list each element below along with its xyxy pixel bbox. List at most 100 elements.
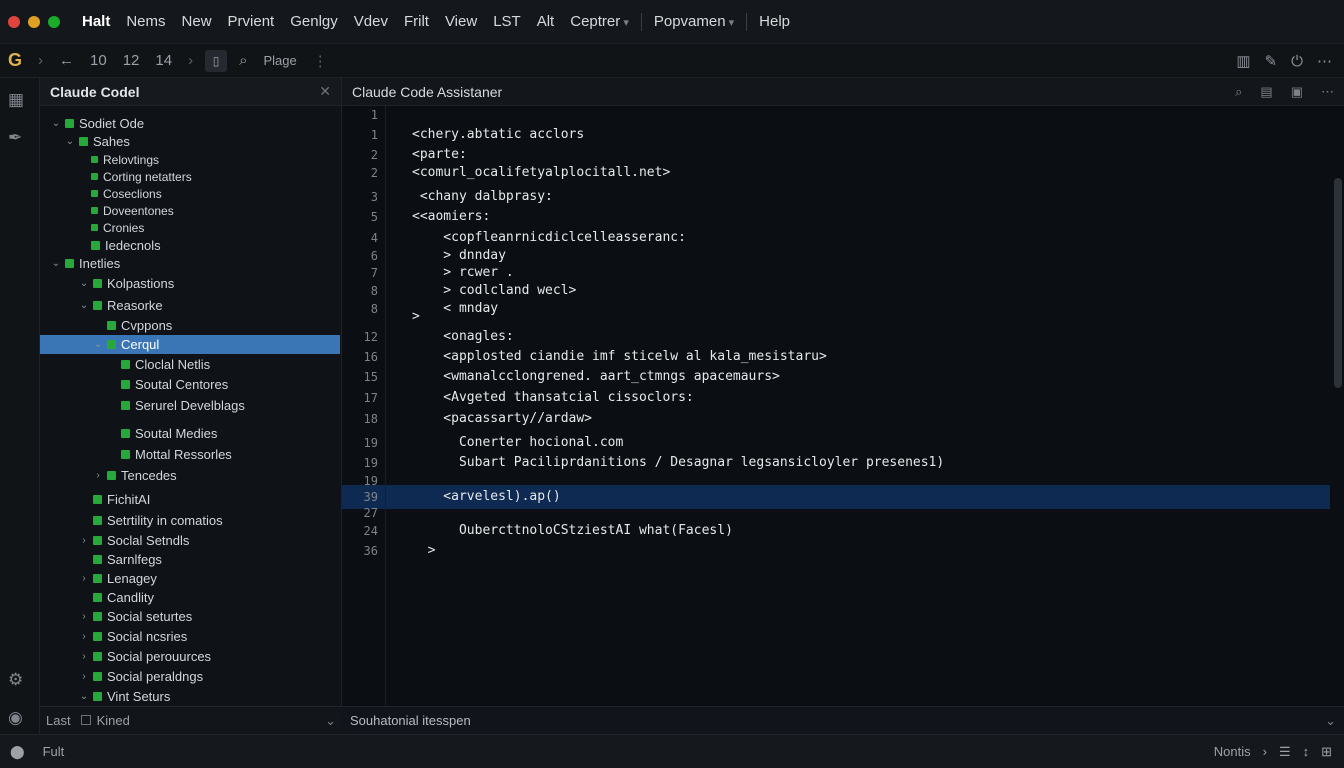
- account-icon[interactable]: ◉: [8, 708, 23, 728]
- chevron-down-icon[interactable]: ⌄: [78, 278, 90, 289]
- tree-item[interactable]: › Social seturtes: [40, 607, 340, 626]
- tree-item[interactable]: Mottal Ressorles: [40, 445, 340, 464]
- columns-icon[interactable]: ▥: [1236, 52, 1250, 70]
- tree-item[interactable]: Candlity: [40, 588, 340, 607]
- chevron-down-icon[interactable]: ⌄: [325, 713, 336, 729]
- code-line[interactable]: <pacassarty//ardaw>: [412, 411, 592, 426]
- chevron-down-icon[interactable]: ⌄: [50, 118, 62, 129]
- code-line[interactable]: <chery.abtatic acclors: [412, 127, 584, 142]
- chevron-right-icon[interactable]: ›: [78, 671, 90, 682]
- tree-item[interactable]: Serurel Develblags: [40, 396, 340, 415]
- nav-number-12[interactable]: 12: [123, 52, 140, 69]
- menu-ceptrer-dropdown[interactable]: Ceptrer: [562, 10, 637, 34]
- grid-icon[interactable]: ▦: [8, 90, 24, 110]
- forward-arrow-icon[interactable]: ›: [188, 52, 193, 69]
- pen-icon[interactable]: ✒: [8, 128, 22, 148]
- code-line[interactable]: >: [412, 543, 436, 558]
- code-line[interactable]: <onagles:: [412, 329, 513, 344]
- chevron-down-icon[interactable]: ⌄: [1325, 713, 1336, 729]
- kined-checkbox[interactable]: Kined: [80, 713, 130, 728]
- code-line[interactable]: <comurl_ocalifetyalplocitall.net>: [412, 165, 670, 180]
- chevron-right-icon[interactable]: ›: [38, 52, 43, 69]
- menu-prvient[interactable]: Prvient: [220, 10, 283, 34]
- menu-genlgy[interactable]: Genlgy: [282, 10, 346, 34]
- code-line[interactable]: <wmanalcclongrened. aart_ctmngs apacemau…: [412, 369, 780, 384]
- status-icon[interactable]: ⬤: [10, 744, 25, 760]
- chevron-down-icon[interactable]: ⌄: [78, 691, 90, 702]
- menu-nems[interactable]: Nems: [118, 10, 173, 34]
- tree-item[interactable]: ⌄ Vint Seturs: [40, 687, 340, 706]
- editor-tab-title[interactable]: Claude Code Assistaner: [352, 84, 502, 100]
- tree-item[interactable]: ⌄ Cerqul: [40, 335, 340, 354]
- tree-item[interactable]: ⌄ Inetlies: [40, 254, 340, 273]
- code-line[interactable]: > codlcland wecl>: [412, 283, 576, 298]
- layout-icon[interactable]: ⊞: [1321, 744, 1332, 760]
- ellipsis-icon[interactable]: ⋯: [1317, 52, 1332, 70]
- chevron-down-icon[interactable]: ⌄: [50, 258, 62, 269]
- tree-item[interactable]: ⌄ Reasorke: [40, 296, 340, 315]
- code-line[interactable]: <arvelesl).ap(): [412, 489, 560, 504]
- tree-item[interactable]: › Social perouurces: [40, 647, 340, 666]
- editor-footer-label[interactable]: Souhatonial itesspen: [350, 713, 471, 728]
- code-line[interactable]: <applosted ciandie imf sticelw al kala_m…: [412, 349, 827, 364]
- code-line[interactable]: > rcwer .: [412, 265, 513, 280]
- tree-item[interactable]: Setrtility in comatios: [40, 511, 340, 530]
- status-right-label[interactable]: Nontis: [1214, 744, 1251, 759]
- menu-vdev[interactable]: Vdev: [346, 10, 396, 34]
- chevron-down-icon[interactable]: ⌄: [64, 136, 76, 147]
- menu-lst[interactable]: LST: [485, 10, 529, 34]
- list-icon[interactable]: ☰: [1279, 744, 1291, 760]
- minimize-window-button[interactable]: [28, 15, 40, 28]
- zoom-window-button[interactable]: [48, 15, 60, 28]
- tree-item[interactable]: › Tencedes: [40, 466, 340, 485]
- close-window-button[interactable]: [8, 15, 20, 28]
- tree-item[interactable]: Sarnlfegs: [40, 550, 340, 569]
- more-icon[interactable]: ⋮: [313, 52, 328, 70]
- tree-item[interactable]: Soutal Centores: [40, 375, 340, 394]
- split-icon[interactable]: ▤: [1260, 84, 1272, 100]
- menu-halt[interactable]: Halt: [74, 10, 118, 34]
- more-icon[interactable]: ⋯: [1321, 84, 1334, 100]
- chevron-right-icon[interactable]: ›: [78, 631, 90, 642]
- tree-item[interactable]: › Social ncsries: [40, 627, 340, 646]
- menu-frilt[interactable]: Frilt: [396, 10, 437, 34]
- chevron-right-icon[interactable]: ›: [78, 535, 90, 546]
- code-line[interactable]: <<aomiers:: [412, 209, 490, 224]
- chevron-down-icon[interactable]: ⌄: [92, 339, 104, 350]
- tree-item[interactable]: Cloclal Netlis: [40, 355, 340, 374]
- menu-new[interactable]: New: [174, 10, 220, 34]
- tree-item[interactable]: Cvppons: [40, 316, 340, 335]
- code-line[interactable]: <Avgeted thansatcial cissoclors:: [412, 390, 693, 405]
- close-icon[interactable]: ✕: [319, 83, 331, 100]
- document-icon[interactable]: ▯: [205, 49, 228, 72]
- save-icon[interactable]: ▣: [1291, 84, 1303, 100]
- power-icon[interactable]: ⏻: [1291, 53, 1303, 70]
- tree-item[interactable]: Soutal Medies: [40, 424, 340, 443]
- code-line[interactable]: Subart Paciliprdanitions / Desagnar legs…: [412, 455, 944, 470]
- code-line[interactable]: OubercttnoloCStziestAI what(Facesl): [412, 523, 733, 538]
- code-line[interactable]: <copfleanrnicdiclcelleasseranc:: [412, 230, 686, 245]
- tree-item[interactable]: Cronies: [40, 218, 340, 237]
- status-left-label[interactable]: Fult: [43, 744, 65, 759]
- nav-number-14[interactable]: 14: [155, 52, 172, 69]
- nav-number-10[interactable]: 10: [90, 52, 107, 69]
- page-button[interactable]: Plage: [263, 53, 296, 68]
- tree-item[interactable]: Iedecnols: [40, 236, 340, 255]
- code-line[interactable]: Conerter hocional.com: [412, 435, 623, 450]
- back-arrow-icon[interactable]: ←: [59, 52, 74, 69]
- chevron-right-icon[interactable]: ›: [92, 470, 104, 481]
- chevron-down-icon[interactable]: ⌄: [78, 300, 90, 311]
- tree-item[interactable]: › Soclal Setndls: [40, 531, 340, 550]
- tree-item[interactable]: FichitAI: [40, 490, 340, 509]
- brush-icon[interactable]: ✎: [1265, 52, 1278, 70]
- menu-alt[interactable]: Alt: [529, 10, 563, 34]
- code-line[interactable]: >: [412, 309, 420, 324]
- editor-scrollbar[interactable]: [1334, 178, 1342, 388]
- settings-icon[interactable]: ⚙: [8, 670, 23, 690]
- code-line[interactable]: <chany dalbprasy:: [412, 189, 553, 204]
- code-line[interactable]: > dnnday: [412, 248, 506, 263]
- sync-icon[interactable]: ↕: [1303, 744, 1310, 759]
- tree-item[interactable]: ⌄ Sahes: [40, 132, 340, 151]
- chevron-right-icon[interactable]: ›: [78, 573, 90, 584]
- chevron-right-icon[interactable]: ›: [78, 611, 90, 622]
